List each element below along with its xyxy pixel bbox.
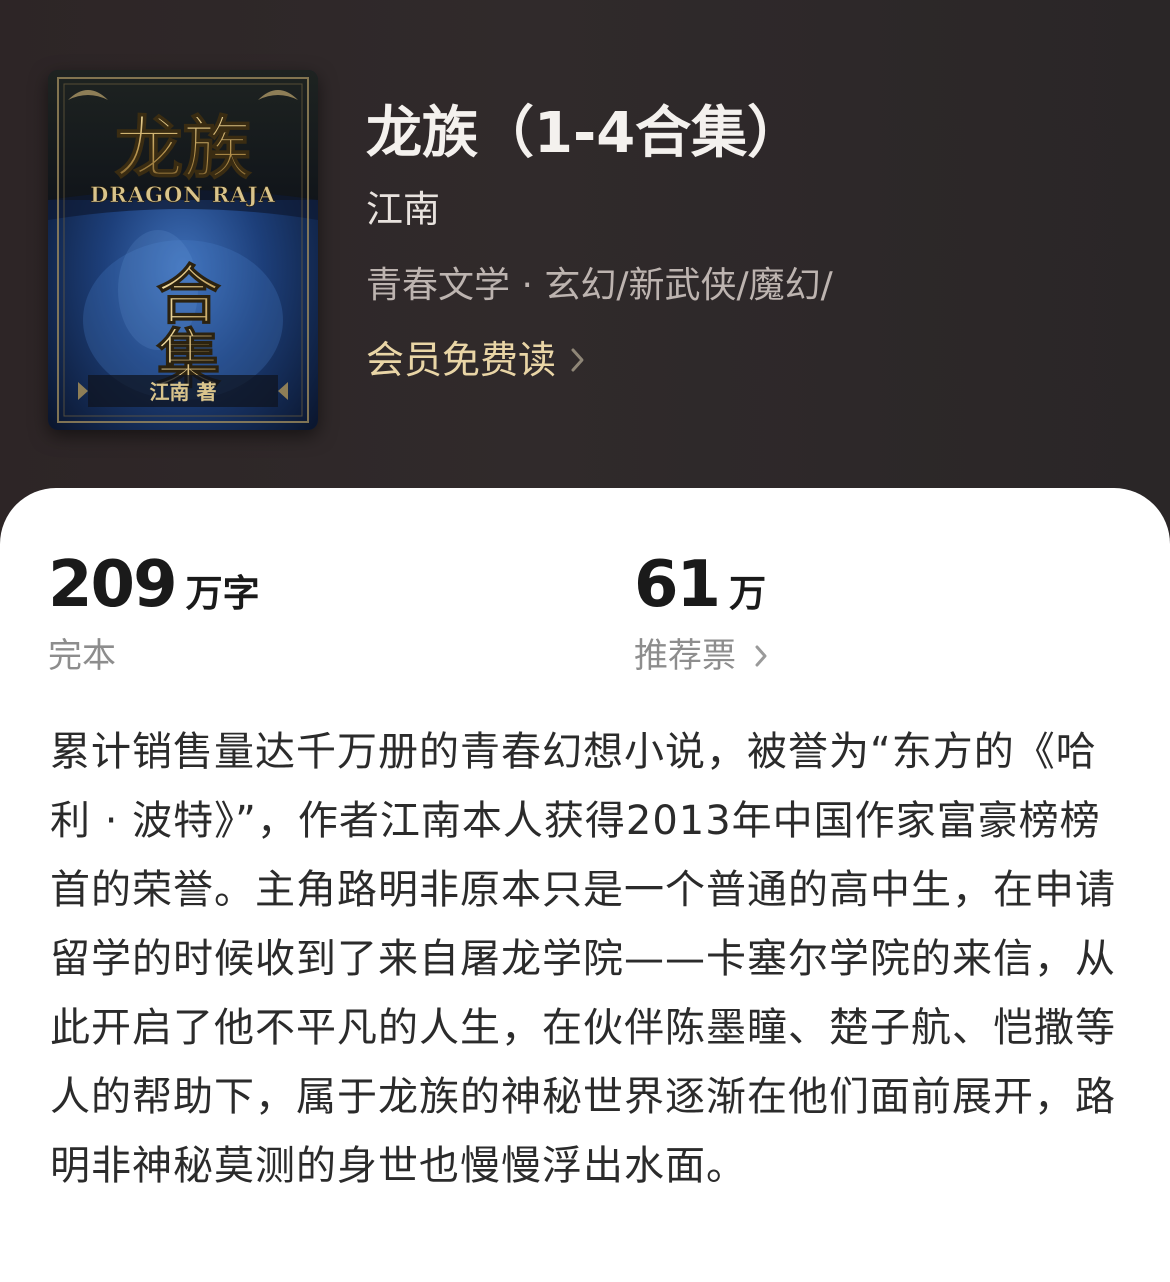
word-count-value: 209: [48, 548, 178, 622]
cover-title-cn: 龙族: [115, 109, 251, 189]
votes-unit: 万: [729, 572, 767, 615]
word-count-unit: 万字: [185, 572, 260, 615]
genre-tags: 青春文学 · 玄幻/新武侠/魔幻/: [366, 265, 833, 306]
cover-author-line: 江南 著: [150, 380, 217, 404]
chevron-right-icon: [754, 643, 768, 669]
book-title: 龙族（1-4合集）: [366, 101, 804, 166]
cover-title-en: DRAGON RAJA: [90, 182, 276, 207]
author-name[interactable]: 江南: [366, 182, 833, 238]
book-description: 累计销售量达千万册的青春幻想小说，被誉为“东方的《哈利 · 波特》”，作者江南本…: [50, 729, 1116, 1189]
completion-status: 完本: [48, 636, 116, 676]
chevron-right-icon: [570, 346, 586, 374]
member-free-read-label: 会员免费读: [366, 338, 557, 382]
member-free-read-link[interactable]: 会员免费读: [366, 334, 586, 386]
book-cover-art: 龙族 DRAGON RAJA 合集 江南 著: [48, 70, 318, 430]
book-cover[interactable]: 龙族 DRAGON RAJA 合集 江南 著: [48, 70, 318, 430]
book-detail-page: 龙族 DRAGON RAJA 合集 江南 著 龙族（1-4合集） 江南 青春文学…: [0, 0, 1170, 1282]
votes-label: 推荐票: [634, 636, 736, 676]
votes-label-row: 推荐票: [634, 634, 768, 678]
word-count-stat: 209 万字 完本: [48, 550, 260, 678]
book-detail-card: 209 万字 完本 61 万 推荐票 累计销售量达千万册的青春幻想小说，被誉为“…: [0, 488, 1170, 1282]
votes-value: 61: [634, 548, 721, 622]
cover-subtitle: 合集: [146, 261, 222, 389]
recommend-votes-stat[interactable]: 61 万 推荐票: [634, 550, 768, 678]
book-header: 龙族 DRAGON RAJA 合集 江南 著 龙族（1-4合集） 江南 青春文学…: [0, 0, 1170, 560]
book-info: 龙族（1-4合集） 江南 青春文学 · 玄幻/新武侠/魔幻/ 会员免费读: [366, 96, 833, 386]
